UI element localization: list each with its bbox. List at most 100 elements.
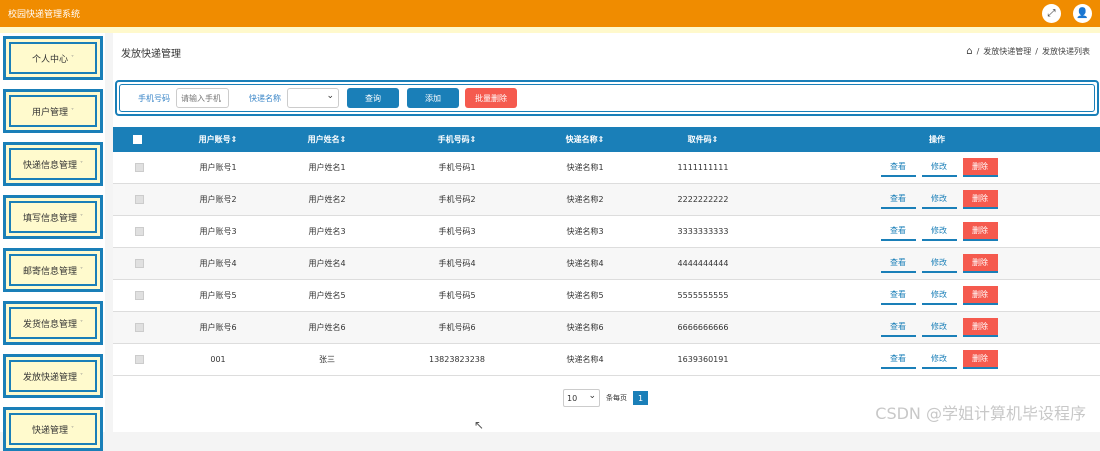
view-button[interactable]: 查看: [880, 350, 916, 369]
header-phone[interactable]: 手机号码 ⇕: [407, 127, 507, 152]
cell-phone: 手机号码4: [438, 259, 476, 268]
fullscreen-icon[interactable]: ⤢: [1042, 4, 1061, 23]
sort-icon: ⇕: [597, 135, 605, 144]
sidebar-item-express-info[interactable]: 快递信息管理 ˅: [3, 142, 103, 186]
chevron-down-icon: ˅: [80, 160, 83, 168]
add-button[interactable]: 添加: [407, 88, 459, 108]
sort-icon: ⇕: [230, 135, 238, 144]
home-icon[interactable]: ⌂: [966, 46, 972, 57]
page-size-select[interactable]: 10: [563, 389, 600, 407]
cell-name: 用户姓名6: [308, 323, 346, 332]
cell-express-name: 快递名称4: [566, 259, 604, 268]
cell-phone: 手机号码5: [438, 291, 476, 300]
cell-name: 用户姓名2: [308, 195, 346, 204]
header-actions: 操作: [929, 135, 945, 144]
cell-express-name: 快递名称4: [566, 355, 604, 364]
delete-button[interactable]: 删除: [962, 254, 998, 273]
delete-button[interactable]: 删除: [962, 158, 998, 177]
cell-express-name: 快递名称6: [566, 323, 604, 332]
delete-button[interactable]: 删除: [962, 318, 998, 337]
cell-name: 用户姓名4: [308, 259, 346, 268]
chevron-down-icon: ˅: [80, 213, 83, 221]
sidebar-item-user-management[interactable]: 用户管理 ˅: [3, 89, 103, 133]
cell-account: 001: [210, 355, 226, 364]
cell-pickup-code: 1111111111: [677, 163, 729, 172]
cell-account: 用户账号2: [199, 195, 237, 204]
header-account[interactable]: 用户账号 ⇕: [168, 127, 268, 152]
view-button[interactable]: 查看: [880, 318, 916, 337]
cell-name: 用户姓名5: [308, 291, 346, 300]
express-name-select[interactable]: [287, 88, 339, 108]
view-button[interactable]: 查看: [880, 286, 916, 305]
edit-button[interactable]: 修改: [921, 158, 957, 177]
breadcrumb-item[interactable]: 发放快递管理: [983, 46, 1031, 57]
edit-button[interactable]: 修改: [921, 350, 957, 369]
data-table: 用户账号 ⇕ 用户姓名 ⇕ 手机号码 ⇕ 快递名称 ⇕ 取件码 ⇕ 操作 用户账号1 用户…: [113, 127, 1100, 376]
row-checkbox[interactable]: [134, 195, 144, 204]
chevron-down-icon: ˅: [71, 425, 74, 433]
sidebar-item-express-management[interactable]: 快递管理 ˅: [3, 407, 103, 451]
delete-button[interactable]: 删除: [962, 190, 998, 209]
cell-pickup-code: 6666666666: [677, 323, 729, 332]
row-checkbox[interactable]: [134, 227, 144, 236]
sidebar-item-shipping-info[interactable]: 发货信息管理 ˅: [3, 301, 103, 345]
cell-pickup-code: 4444444444: [677, 259, 729, 268]
cell-phone: 13823823238: [429, 355, 485, 364]
view-button[interactable]: 查看: [880, 222, 916, 241]
sidebar-item-fill-info[interactable]: 填写信息管理 ˅: [3, 195, 103, 239]
row-checkbox[interactable]: [134, 291, 144, 300]
row-checkbox[interactable]: [134, 323, 144, 332]
chevron-down-icon: ˅: [71, 54, 74, 62]
cell-pickup-code: 1639360191: [677, 355, 729, 364]
sidebar-item-label: 发放快递管理: [22, 372, 77, 383]
sidebar-item-label: 快递信息管理: [22, 160, 77, 171]
breadcrumb-separator: /: [976, 47, 980, 56]
cell-express-name: 快递名称2: [566, 195, 604, 204]
header-express-name[interactable]: 快递名称 ⇕: [535, 127, 635, 152]
header-pickup-code[interactable]: 取件码 ⇕: [653, 127, 753, 152]
chevron-down-icon: ˅: [80, 266, 83, 274]
view-button[interactable]: 查看: [880, 254, 916, 273]
edit-button[interactable]: 修改: [921, 190, 957, 209]
row-checkbox[interactable]: [134, 163, 144, 172]
breadcrumb-item: 发放快递列表: [1042, 47, 1090, 56]
view-button[interactable]: 查看: [880, 190, 916, 209]
table-row: 用户账号5 用户姓名5 手机号码5 快递名称5 5555555555 查看 修改删…: [113, 280, 1100, 312]
sidebar: 个人中心 ˅ 用户管理 ˅ 快递信息管理 ˅ 填写信息管理 ˅ 邮寄信息管理 ˅ 发货信息…: [0, 33, 105, 451]
cell-pickup-code: 2222222222: [677, 195, 729, 204]
sidebar-item-mail-info[interactable]: 邮寄信息管理 ˅: [3, 248, 103, 292]
breadcrumb: ⌂ / 发放快递管理 / 发放快递列表: [966, 46, 1090, 57]
delete-button[interactable]: 删除: [962, 222, 998, 241]
cell-express-name: 快递名称5: [566, 291, 604, 300]
cell-account: 用户账号4: [199, 259, 237, 268]
sidebar-item-personal-center[interactable]: 个人中心 ˅: [3, 36, 103, 80]
cell-pickup-code: 3333333333: [677, 227, 729, 236]
query-button[interactable]: 查询: [347, 88, 399, 108]
cell-express-name: 快递名称3: [566, 227, 604, 236]
edit-button[interactable]: 修改: [921, 254, 957, 273]
mouse-cursor-icon: ↖: [474, 418, 485, 432]
sidebar-item-label: 邮寄信息管理: [22, 266, 77, 277]
cell-pickup-code: 5555555555: [677, 291, 729, 300]
delete-button[interactable]: 删除: [962, 286, 998, 305]
delete-button[interactable]: 删除: [962, 350, 998, 369]
phone-input[interactable]: [176, 88, 229, 108]
batch-delete-button[interactable]: 批量删除: [465, 88, 517, 108]
row-checkbox[interactable]: [134, 355, 144, 364]
breadcrumb-separator: /: [1035, 47, 1038, 56]
edit-button[interactable]: 修改: [921, 286, 957, 305]
row-checkbox[interactable]: [134, 259, 144, 268]
main-content: 发放快递管理 ⌂ / 发放快递管理 / 发放快递列表 手机号码 快递名称 查询 …: [113, 33, 1100, 432]
view-button[interactable]: 查看: [880, 158, 916, 177]
user-icon[interactable]: 👤: [1073, 4, 1092, 23]
table-row: 用户账号2 用户姓名2 手机号码2 快递名称2 2222222222 查看 修改删…: [113, 184, 1100, 216]
sidebar-item-label: 填写信息管理: [22, 213, 77, 224]
page-number-current[interactable]: 1: [633, 391, 648, 405]
header-name[interactable]: 用户姓名 ⇕: [277, 127, 377, 152]
sidebar-item-label: 发货信息管理: [22, 319, 77, 330]
edit-button[interactable]: 修改: [921, 318, 957, 337]
select-all-checkbox[interactable]: [133, 135, 142, 144]
edit-button[interactable]: 修改: [921, 222, 957, 241]
sidebar-item-dispatch-express[interactable]: 发放快递管理 ˅: [3, 354, 103, 398]
cell-account: 用户账号3: [199, 227, 237, 236]
